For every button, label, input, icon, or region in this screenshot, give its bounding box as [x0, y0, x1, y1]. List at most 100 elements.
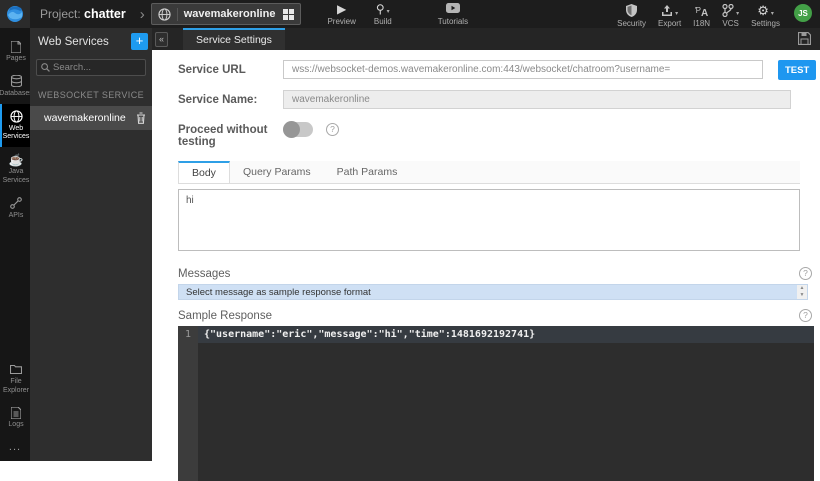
messages-bar-text: Select message as sample response format — [186, 286, 371, 298]
vcs-button[interactable]: ▾ VCS — [722, 4, 739, 28]
param-tab-strip: Body Query Params Path Params — [178, 161, 800, 184]
build-tools-icon: ⚲ ▾ — [375, 1, 390, 16]
build-button[interactable]: ⚲ ▾ Build — [374, 1, 392, 27]
grid-icon[interactable] — [283, 8, 295, 20]
toggle-knob — [283, 121, 300, 138]
test-button[interactable]: TEST — [778, 60, 816, 80]
scroll-up-icon: ▲ — [799, 285, 805, 291]
editor-tab-bar: « Service Settings — [152, 28, 820, 50]
proceed-row: Proceed without testing ? — [178, 120, 816, 148]
database-icon — [10, 75, 22, 88]
chevron-down-icon: ▾ — [675, 11, 679, 17]
service-url-label: Service URL — [178, 64, 246, 76]
sidebar-item-pages[interactable]: Pages — [0, 34, 30, 69]
chevron-down-icon: ▾ — [770, 11, 774, 17]
translate-icon: Ƥ A — [695, 4, 709, 17]
service-url-row: Service URL TEST — [178, 60, 816, 80]
websocket-service-section-label: WEBSOCKET SERVICE — [38, 90, 144, 100]
gear-icon: ⚙ ▾ — [757, 3, 774, 18]
chevron-down-icon: ▾ — [386, 9, 390, 15]
code-line: {"username":"eric","message":"hi","time"… — [198, 326, 814, 343]
messages-header: Messages ? — [178, 267, 812, 280]
top-bar: Project: chatter › wavemakeronline ▶ Pre… — [0, 0, 820, 28]
page-icon — [11, 40, 21, 53]
sidebar-item-logs[interactable]: Logs — [0, 400, 30, 435]
toolbar-left-actions: ▶ Preview ⚲ ▾ Build Tutorials — [327, 1, 486, 27]
messages-label: Messages — [178, 267, 231, 280]
messages-select-bar[interactable]: Select message as sample response format… — [178, 284, 808, 300]
service-name-label: Service Name: — [178, 94, 258, 106]
project-breadcrumb: Project: chatter — [40, 7, 126, 21]
wavemaker-logo-icon — [7, 6, 23, 22]
settings-button[interactable]: ⚙ ▾ Settings — [751, 4, 780, 28]
tutorials-button[interactable]: Tutorials — [438, 2, 468, 26]
user-avatar[interactable]: JS — [794, 4, 812, 22]
project-label: Project: — [40, 7, 81, 21]
more-options-button[interactable]: ... — [0, 435, 30, 461]
chevron-down-icon: ▾ — [736, 11, 740, 17]
export-button[interactable]: ▾ Export — [658, 4, 681, 28]
messages-scrollbar[interactable]: ▲ ▼ — [797, 285, 807, 299]
sample-response-editor[interactable]: 1 {"username":"eric","message":"hi","tim… — [178, 326, 814, 481]
search-icon — [41, 63, 50, 72]
folder-icon — [10, 363, 22, 376]
tab-body[interactable]: Body — [178, 161, 230, 183]
main-area: « Service Settings Service URL TEST Serv… — [152, 28, 820, 481]
sample-response-help-icon[interactable]: ? — [799, 309, 812, 322]
branch-icon: ▾ — [722, 4, 739, 17]
panel-header: Web Services + — [30, 28, 152, 54]
proceed-toggle[interactable] — [283, 121, 313, 138]
wavemaker-logo[interactable] — [0, 0, 30, 28]
sidebar-item-file-explorer[interactable]: File Explorer — [0, 357, 30, 401]
service-item-label: wavemakeronline — [44, 112, 126, 124]
body-textarea[interactable]: hi — [178, 189, 800, 251]
trash-icon[interactable] — [136, 112, 146, 124]
service-settings-content: Service URL TEST Service Name: Proceed w… — [152, 50, 820, 481]
search-input[interactable] — [53, 62, 143, 73]
service-tab-label: wavemakeronline — [183, 8, 276, 20]
sample-response-header: Sample Response ? — [178, 309, 812, 322]
i18n-button[interactable]: Ƥ A I18N — [693, 4, 710, 29]
tab-service-settings[interactable]: Service Settings — [183, 28, 285, 50]
shield-icon — [626, 4, 638, 17]
rail-spacer — [0, 225, 30, 357]
proceed-label: Proceed without testing — [178, 124, 268, 148]
sidebar-item-web-services[interactable]: Web Services — [0, 103, 30, 147]
youtube-icon — [445, 2, 460, 15]
open-service-tab[interactable]: wavemakeronline — [150, 3, 302, 25]
scroll-down-icon: ▼ — [799, 292, 805, 298]
service-list-item[interactable]: wavemakeronline — [30, 106, 152, 130]
line-number: 1 — [184, 329, 192, 340]
save-icon[interactable] — [798, 32, 811, 45]
service-url-input[interactable] — [283, 60, 764, 79]
api-nodes-icon — [10, 197, 22, 210]
breadcrumb-chevron-icon: › — [139, 5, 145, 23]
left-icon-rail: Pages Databases Web Services ☕ Java Serv… — [0, 28, 33, 461]
service-name-input — [283, 90, 791, 109]
collapse-panel-button[interactable]: « — [155, 31, 168, 47]
sidebar-item-apis[interactable]: APIs — [0, 191, 30, 226]
tab-query-params[interactable]: Query Params — [230, 161, 324, 183]
play-icon: ▶ — [337, 1, 347, 16]
add-service-button[interactable]: + — [131, 33, 148, 50]
security-button[interactable]: Security — [617, 4, 646, 28]
coffee-cup-icon: ☕ — [8, 152, 24, 167]
sidebar-item-databases[interactable]: Databases — [0, 69, 33, 104]
sample-response-label: Sample Response — [178, 309, 272, 322]
globe-icon — [9, 109, 23, 123]
web-services-panel: Web Services + WEBSOCKET SERVICE wavemak… — [30, 28, 152, 461]
service-name-row: Service Name: — [178, 90, 816, 109]
toolbar-right-actions: Security ▾ Export Ƥ A I18N ▾ VCS ⚙ ▾ Set… — [617, 0, 820, 28]
project-name: chatter — [84, 7, 126, 21]
tab-path-params[interactable]: Path Params — [324, 161, 411, 183]
proceed-help-icon[interactable]: ? — [326, 123, 339, 136]
globe-icon — [158, 7, 178, 21]
editor-code-area[interactable]: {"username":"eric","message":"hi","time"… — [198, 326, 814, 481]
service-search — [36, 59, 146, 76]
sidebar-item-java-services[interactable]: ☕ Java Services — [0, 147, 30, 191]
editor-gutter: 1 — [178, 326, 198, 481]
preview-button[interactable]: ▶ Preview — [327, 1, 355, 27]
svg-text:A: A — [701, 8, 708, 17]
messages-help-icon[interactable]: ? — [799, 267, 812, 280]
log-document-icon — [11, 406, 21, 419]
